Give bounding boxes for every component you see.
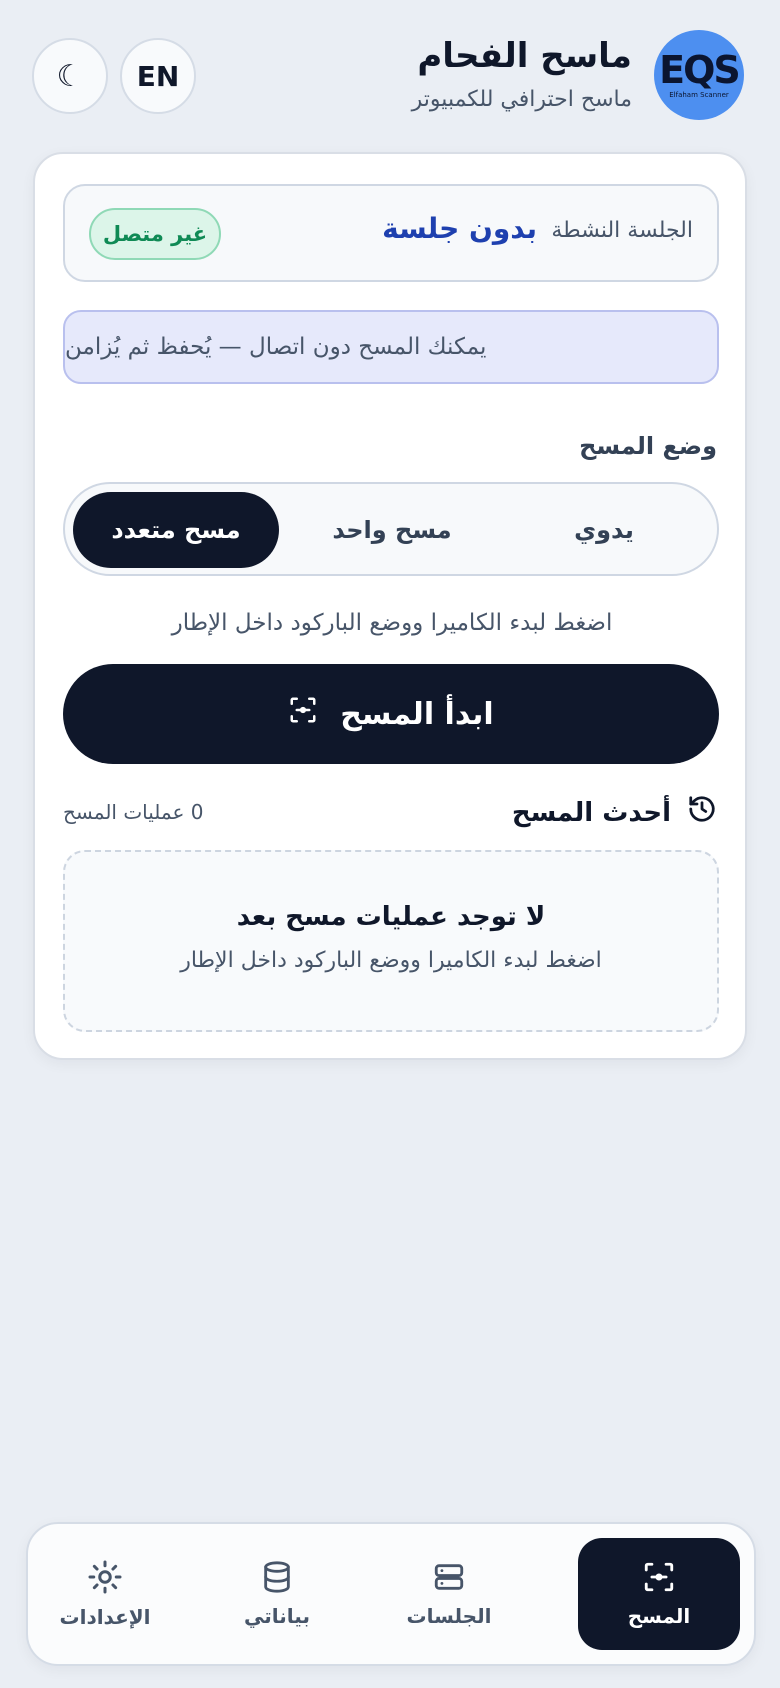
- start-scan-button[interactable]: ابدأ المسح: [63, 664, 719, 764]
- scan-mode-multi[interactable]: مسح متعدد: [73, 492, 279, 568]
- language-toggle-button[interactable]: EN: [120, 38, 196, 114]
- connection-status-badge: غير متصل: [89, 208, 221, 260]
- app-subtitle: ماسح احترافي للكمبيوتر: [411, 87, 632, 112]
- session-label: الجلسة النشطة: [551, 218, 693, 243]
- nav-settings-label: الإعدادات: [59, 1605, 151, 1629]
- session-value: بدون جلسة: [382, 212, 537, 245]
- nav-sessions-label: الجلسات: [406, 1604, 492, 1628]
- empty-state-title: لا توجد عمليات مسح بعد: [236, 902, 546, 932]
- recent-scans-header: أحدث المسح: [512, 794, 717, 831]
- active-session-box: الجلسة النشطة بدون جلسة غير متصل: [63, 184, 719, 282]
- nav-item-settings[interactable]: الإعدادات: [24, 1538, 186, 1650]
- scan-count: 0 عمليات المسح: [63, 800, 204, 824]
- moon-icon: ☾: [56, 58, 84, 94]
- logo-subtext: Elfaham Scanner: [669, 91, 729, 99]
- offline-note: يمكنك المسح دون اتصال — يُحفظ ثم يُزامن: [63, 310, 719, 384]
- empty-state: لا توجد عمليات مسح بعد اضغط لبدء الكامير…: [63, 850, 719, 1032]
- scan-mode-selector: يدوي مسح واحد مسح متعدد: [63, 482, 719, 576]
- nav-item-scan[interactable]: المسح: [578, 1538, 740, 1650]
- app-logo: EQS Elfaham Scanner: [654, 30, 744, 120]
- nav-scan-label: المسح: [627, 1604, 691, 1628]
- scan-mode-single[interactable]: مسح واحد: [289, 492, 495, 568]
- scan-mode-manual[interactable]: يدوي: [501, 492, 707, 568]
- scan-icon: [288, 695, 318, 733]
- scan-card: الجلسة النشطة بدون جلسة غير متصل يمكنك ا…: [33, 152, 747, 1060]
- logo-mark: EQS: [659, 48, 741, 92]
- app-header: EQS Elfaham Scanner ماسح الفحام ماسح احت…: [0, 0, 780, 150]
- server-icon: [432, 1560, 466, 1594]
- nav-data-label: بياناتي: [244, 1604, 310, 1628]
- scan-icon: [642, 1560, 676, 1594]
- nav-item-sessions[interactable]: الجلسات: [368, 1538, 530, 1650]
- empty-state-text: اضغط لبدء الكاميرا ووضع الباركود داخل ال…: [180, 948, 602, 973]
- title-block: ماسح الفحام ماسح احترافي للكمبيوتر: [412, 34, 632, 116]
- recent-scans-title: أحدث المسح: [511, 797, 671, 828]
- history-icon: [687, 794, 717, 831]
- sun-icon: [87, 1559, 123, 1595]
- nav-item-my-data[interactable]: بياناتي: [196, 1538, 358, 1650]
- app-title: ماسح الفحام: [417, 36, 632, 76]
- scan-mode-label: وضع المسح: [579, 432, 717, 460]
- theme-toggle-button[interactable]: ☾: [32, 38, 108, 114]
- start-scan-label: ابدأ المسح: [340, 696, 494, 732]
- bottom-nav: المسح الجلسات بياناتي الإعدادات: [26, 1522, 756, 1666]
- database-icon: [260, 1560, 294, 1594]
- camera-hint: اضغط لبدء الكاميرا ووضع الباركود داخل ال…: [171, 610, 613, 636]
